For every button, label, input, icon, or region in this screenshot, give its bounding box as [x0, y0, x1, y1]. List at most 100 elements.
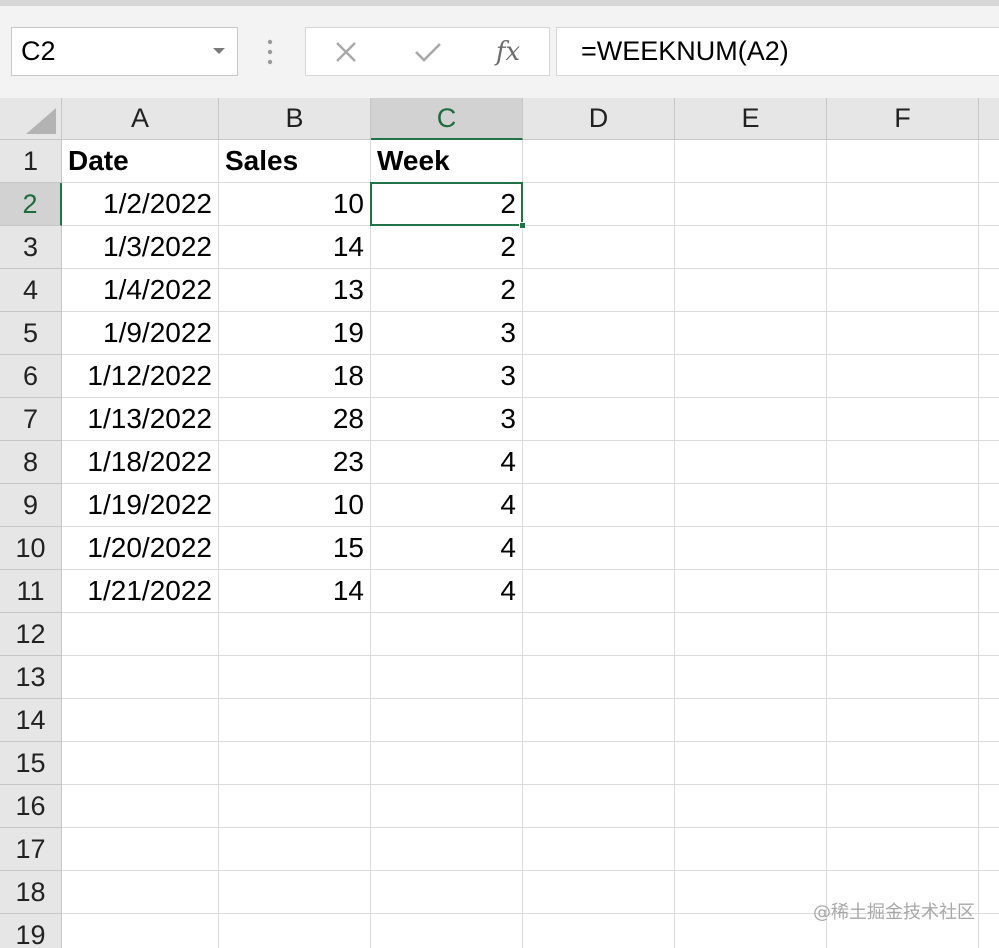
enter-button[interactable] — [398, 28, 458, 75]
cell-b7[interactable]: 28 — [219, 398, 371, 441]
cell-b5[interactable]: 19 — [219, 312, 371, 355]
cell-a6[interactable]: 1/12/2022 — [62, 355, 219, 398]
cell-a9[interactable]: 1/19/2022 — [62, 484, 219, 527]
column-header-e[interactable]: E — [675, 98, 827, 140]
cell-f15[interactable] — [827, 742, 979, 785]
row-header-10[interactable]: 10 — [0, 527, 62, 570]
cell-f1[interactable] — [827, 140, 979, 183]
cell-f11[interactable] — [827, 570, 979, 613]
cell-overflow9[interactable] — [979, 484, 999, 527]
column-header-d[interactable]: D — [523, 98, 675, 140]
cell-a7[interactable]: 1/13/2022 — [62, 398, 219, 441]
cell-c3[interactable]: 2 — [371, 226, 523, 269]
cell-a11[interactable]: 1/21/2022 — [62, 570, 219, 613]
cell-overflow16[interactable] — [979, 785, 999, 828]
cell-overflow5[interactable] — [979, 312, 999, 355]
cell-f14[interactable] — [827, 699, 979, 742]
cell-b14[interactable] — [219, 699, 371, 742]
cell-a12[interactable] — [62, 613, 219, 656]
row-header-18[interactable]: 18 — [0, 871, 62, 914]
column-header-c[interactable]: C — [371, 98, 523, 140]
cell-d16[interactable] — [523, 785, 675, 828]
cell-overflow3[interactable] — [979, 226, 999, 269]
cell-e14[interactable] — [675, 699, 827, 742]
row-header-4[interactable]: 4 — [0, 269, 62, 312]
cell-f2[interactable] — [827, 183, 979, 226]
drag-handle-icon[interactable] — [264, 38, 276, 66]
cell-overflow6[interactable] — [979, 355, 999, 398]
cell-d10[interactable] — [523, 527, 675, 570]
cell-f3[interactable] — [827, 226, 979, 269]
cell-d2[interactable] — [523, 183, 675, 226]
row-header-1[interactable]: 1 — [0, 140, 62, 183]
cell-a4[interactable]: 1/4/2022 — [62, 269, 219, 312]
cell-b6[interactable]: 18 — [219, 355, 371, 398]
cell-e16[interactable] — [675, 785, 827, 828]
cell-d7[interactable] — [523, 398, 675, 441]
cell-a2[interactable]: 1/2/2022 — [62, 183, 219, 226]
cell-e11[interactable] — [675, 570, 827, 613]
cell-f8[interactable] — [827, 441, 979, 484]
cell-overflow18[interactable] — [979, 871, 999, 914]
column-header-f[interactable]: F — [827, 98, 979, 140]
cell-a5[interactable]: 1/9/2022 — [62, 312, 219, 355]
cell-d12[interactable] — [523, 613, 675, 656]
cell-overflow10[interactable] — [979, 527, 999, 570]
cell-a14[interactable] — [62, 699, 219, 742]
cell-e5[interactable] — [675, 312, 827, 355]
cell-overflow1[interactable] — [979, 140, 999, 183]
cell-overflow14[interactable] — [979, 699, 999, 742]
cell-c15[interactable] — [371, 742, 523, 785]
cell-f17[interactable] — [827, 828, 979, 871]
cell-a19[interactable] — [62, 914, 219, 948]
cell-a15[interactable] — [62, 742, 219, 785]
cell-e13[interactable] — [675, 656, 827, 699]
row-header-12[interactable]: 12 — [0, 613, 62, 656]
cell-c6[interactable]: 3 — [371, 355, 523, 398]
cell-d18[interactable] — [523, 871, 675, 914]
cell-d15[interactable] — [523, 742, 675, 785]
cell-e1[interactable] — [675, 140, 827, 183]
cell-e18[interactable] — [675, 871, 827, 914]
cell-b10[interactable]: 15 — [219, 527, 371, 570]
cell-b3[interactable]: 14 — [219, 226, 371, 269]
cell-a16[interactable] — [62, 785, 219, 828]
row-header-17[interactable]: 17 — [0, 828, 62, 871]
name-box[interactable]: C2 — [11, 27, 238, 76]
cell-a3[interactable]: 1/3/2022 — [62, 226, 219, 269]
row-header-7[interactable]: 7 — [0, 398, 62, 441]
cell-overflow4[interactable] — [979, 269, 999, 312]
cell-f12[interactable] — [827, 613, 979, 656]
cell-d1[interactable] — [523, 140, 675, 183]
row-header-5[interactable]: 5 — [0, 312, 62, 355]
cell-f16[interactable] — [827, 785, 979, 828]
cell-f6[interactable] — [827, 355, 979, 398]
row-header-15[interactable]: 15 — [0, 742, 62, 785]
row-header-11[interactable]: 11 — [0, 570, 62, 613]
cell-e8[interactable] — [675, 441, 827, 484]
cell-d6[interactable] — [523, 355, 675, 398]
cell-c13[interactable] — [371, 656, 523, 699]
cell-b12[interactable] — [219, 613, 371, 656]
cell-d19[interactable] — [523, 914, 675, 948]
cell-c9[interactable]: 4 — [371, 484, 523, 527]
cell-d17[interactable] — [523, 828, 675, 871]
cell-b11[interactable]: 14 — [219, 570, 371, 613]
cell-b17[interactable] — [219, 828, 371, 871]
cell-a10[interactable]: 1/20/2022 — [62, 527, 219, 570]
cell-c18[interactable] — [371, 871, 523, 914]
cell-d13[interactable] — [523, 656, 675, 699]
row-header-9[interactable]: 9 — [0, 484, 62, 527]
cell-c11[interactable]: 4 — [371, 570, 523, 613]
cell-d8[interactable] — [523, 441, 675, 484]
cell-e19[interactable] — [675, 914, 827, 948]
cell-overflow15[interactable] — [979, 742, 999, 785]
cell-e15[interactable] — [675, 742, 827, 785]
cell-d9[interactable] — [523, 484, 675, 527]
column-header-a[interactable]: A — [62, 98, 219, 140]
cell-e3[interactable] — [675, 226, 827, 269]
cell-c4[interactable]: 2 — [371, 269, 523, 312]
cell-b8[interactable]: 23 — [219, 441, 371, 484]
cell-c8[interactable]: 4 — [371, 441, 523, 484]
cell-overflow7[interactable] — [979, 398, 999, 441]
